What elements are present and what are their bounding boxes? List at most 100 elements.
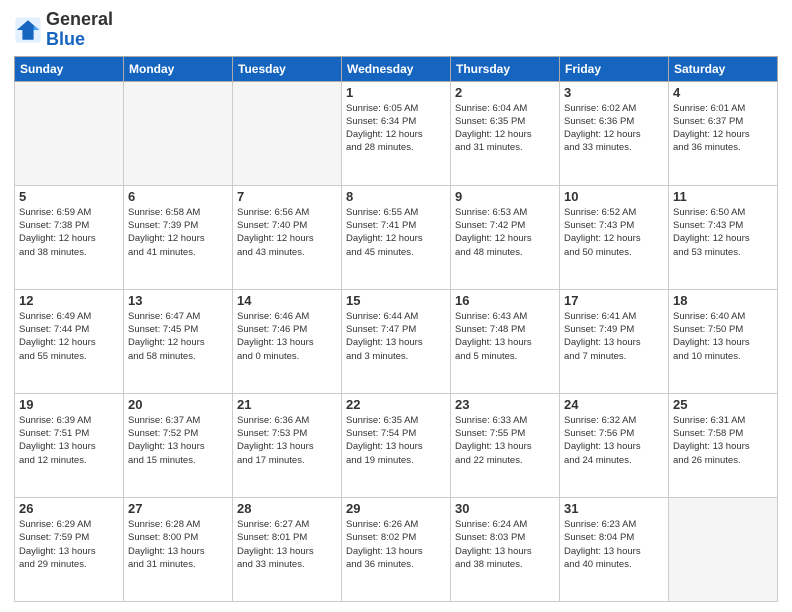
day-info: Sunrise: 6:35 AM Sunset: 7:54 PM Dayligh… xyxy=(346,414,446,467)
day-info: Sunrise: 6:50 AM Sunset: 7:43 PM Dayligh… xyxy=(673,206,773,259)
day-cell: 27 Sunrise: 6:28 AM Sunset: 8:00 PM Dayli… xyxy=(124,497,233,601)
day-number: 4 xyxy=(673,85,773,100)
day-cell: 6Sunrise: 6:58 AM Sunset: 7:39 PM Daylig… xyxy=(124,185,233,289)
day-cell xyxy=(15,81,124,185)
day-cell: 29Sunrise: 6:26 AM Sunset: 8:02 PM Dayli… xyxy=(342,497,451,601)
day-cell: 16 Sunrise: 6:43 AM Sunset: 7:48 PM Dayli… xyxy=(451,289,560,393)
day-info: Sunrise: 6:31 AM Sunset: 7:58 PM Dayligh… xyxy=(673,414,773,467)
day-number: 11 xyxy=(673,189,773,204)
header-cell-wednesday: Wednesday xyxy=(342,56,451,81)
day-info: Sunrise: 6:29 AM Sunset: 7:59 PM Dayligh… xyxy=(19,518,119,571)
day-number: 14 xyxy=(237,293,337,308)
day-number: 2 xyxy=(455,85,555,100)
day-cell: 24Sunrise: 6:32 AM Sunset: 7:56 PM Dayli… xyxy=(560,393,669,497)
day-number: 10 xyxy=(564,189,664,204)
day-info: Sunrise: 6:49 AM Sunset: 7:44 PM Dayligh… xyxy=(19,310,119,363)
day-info: Sunrise: 6:23 AM Sunset: 8:04 PM Dayligh… xyxy=(564,518,664,571)
day-number: 29 xyxy=(346,501,446,516)
day-cell: 22 Sunrise: 6:35 AM Sunset: 7:54 PM Dayli… xyxy=(342,393,451,497)
day-cell: 2Sunrise: 6:04 AM Sunset: 6:35 PM Daylig… xyxy=(451,81,560,185)
day-info: Sunrise: 6:02 AM Sunset: 6:36 PM Dayligh… xyxy=(564,102,664,155)
day-cell xyxy=(669,497,778,601)
day-number: 15 xyxy=(346,293,446,308)
day-info: Sunrise: 6:28 AM Sunset: 8:00 PM Dayligh… xyxy=(128,518,228,571)
day-number: 19 xyxy=(19,397,119,412)
header-cell-thursday: Thursday xyxy=(451,56,560,81)
day-number: 28 xyxy=(237,501,337,516)
day-number: 24 xyxy=(564,397,664,412)
calendar-body: 1 Sunrise: 6:05 AM Sunset: 6:34 PM Daylig… xyxy=(15,81,778,601)
day-cell: 19 Sunrise: 6:39 AM Sunset: 7:51 PM Dayli… xyxy=(15,393,124,497)
day-number: 30 xyxy=(455,501,555,516)
day-info: Sunrise: 6:27 AM Sunset: 8:01 PM Dayligh… xyxy=(237,518,337,571)
day-number: 22 xyxy=(346,397,446,412)
day-info: Sunrise: 6:59 AM Sunset: 7:38 PM Dayligh… xyxy=(19,206,119,259)
day-cell: 9 Sunrise: 6:53 AM Sunset: 7:42 PM Daylig… xyxy=(451,185,560,289)
day-number: 17 xyxy=(564,293,664,308)
day-cell: 3 Sunrise: 6:02 AM Sunset: 6:36 PM Daylig… xyxy=(560,81,669,185)
header: General Blue xyxy=(14,10,778,50)
header-cell-tuesday: Tuesday xyxy=(233,56,342,81)
day-cell: 10Sunrise: 6:52 AM Sunset: 7:43 PM Dayli… xyxy=(560,185,669,289)
day-info: Sunrise: 6:46 AM Sunset: 7:46 PM Dayligh… xyxy=(237,310,337,363)
calendar-table: SundayMondayTuesdayWednesdayThursdayFrid… xyxy=(14,56,778,602)
day-cell: 13 Sunrise: 6:47 AM Sunset: 7:45 PM Dayli… xyxy=(124,289,233,393)
day-number: 3 xyxy=(564,85,664,100)
day-cell: 26Sunrise: 6:29 AM Sunset: 7:59 PM Dayli… xyxy=(15,497,124,601)
day-info: Sunrise: 6:37 AM Sunset: 7:52 PM Dayligh… xyxy=(128,414,228,467)
day-number: 7 xyxy=(237,189,337,204)
logo-icon xyxy=(14,16,42,44)
day-cell: 31Sunrise: 6:23 AM Sunset: 8:04 PM Dayli… xyxy=(560,497,669,601)
header-cell-monday: Monday xyxy=(124,56,233,81)
day-cell: 8 Sunrise: 6:55 AM Sunset: 7:41 PM Daylig… xyxy=(342,185,451,289)
week-row-4: 19 Sunrise: 6:39 AM Sunset: 7:51 PM Dayli… xyxy=(15,393,778,497)
day-info: Sunrise: 6:05 AM Sunset: 6:34 PM Dayligh… xyxy=(346,102,446,155)
day-number: 9 xyxy=(455,189,555,204)
header-row: SundayMondayTuesdayWednesdayThursdayFrid… xyxy=(15,56,778,81)
day-cell: 20 Sunrise: 6:37 AM Sunset: 7:52 PM Dayli… xyxy=(124,393,233,497)
day-number: 8 xyxy=(346,189,446,204)
day-info: Sunrise: 6:40 AM Sunset: 7:50 PM Dayligh… xyxy=(673,310,773,363)
logo-line1: General xyxy=(46,10,113,30)
week-row-2: 5 Sunrise: 6:59 AM Sunset: 7:38 PM Daylig… xyxy=(15,185,778,289)
page: General Blue SundayMondayTuesdayWednesda… xyxy=(0,0,792,612)
day-cell: 17 Sunrise: 6:41 AM Sunset: 7:49 PM Dayli… xyxy=(560,289,669,393)
day-number: 27 xyxy=(128,501,228,516)
day-cell: 4 Sunrise: 6:01 AM Sunset: 6:37 PM Daylig… xyxy=(669,81,778,185)
day-cell xyxy=(233,81,342,185)
day-cell: 18 Sunrise: 6:40 AM Sunset: 7:50 PM Dayli… xyxy=(669,289,778,393)
day-cell xyxy=(124,81,233,185)
day-cell: 14 Sunrise: 6:46 AM Sunset: 7:46 PM Dayli… xyxy=(233,289,342,393)
day-cell: 11 Sunrise: 6:50 AM Sunset: 7:43 PM Dayli… xyxy=(669,185,778,289)
week-row-5: 26Sunrise: 6:29 AM Sunset: 7:59 PM Dayli… xyxy=(15,497,778,601)
day-number: 13 xyxy=(128,293,228,308)
day-cell: 23Sunrise: 6:33 AM Sunset: 7:55 PM Dayli… xyxy=(451,393,560,497)
day-number: 20 xyxy=(128,397,228,412)
day-info: Sunrise: 6:55 AM Sunset: 7:41 PM Dayligh… xyxy=(346,206,446,259)
day-number: 16 xyxy=(455,293,555,308)
day-cell: 30 Sunrise: 6:24 AM Sunset: 8:03 PM Dayli… xyxy=(451,497,560,601)
day-info: Sunrise: 6:53 AM Sunset: 7:42 PM Dayligh… xyxy=(455,206,555,259)
day-info: Sunrise: 6:43 AM Sunset: 7:48 PM Dayligh… xyxy=(455,310,555,363)
logo-line2: Blue xyxy=(46,30,113,50)
day-info: Sunrise: 6:47 AM Sunset: 7:45 PM Dayligh… xyxy=(128,310,228,363)
day-number: 25 xyxy=(673,397,773,412)
day-cell: 21Sunrise: 6:36 AM Sunset: 7:53 PM Dayli… xyxy=(233,393,342,497)
day-number: 5 xyxy=(19,189,119,204)
day-info: Sunrise: 6:41 AM Sunset: 7:49 PM Dayligh… xyxy=(564,310,664,363)
calendar-header: SundayMondayTuesdayWednesdayThursdayFrid… xyxy=(15,56,778,81)
day-number: 12 xyxy=(19,293,119,308)
day-cell: 15 Sunrise: 6:44 AM Sunset: 7:47 PM Dayli… xyxy=(342,289,451,393)
week-row-3: 12 Sunrise: 6:49 AM Sunset: 7:44 PM Dayli… xyxy=(15,289,778,393)
day-info: Sunrise: 6:56 AM Sunset: 7:40 PM Dayligh… xyxy=(237,206,337,259)
day-info: Sunrise: 6:39 AM Sunset: 7:51 PM Dayligh… xyxy=(19,414,119,467)
day-cell: 28 Sunrise: 6:27 AM Sunset: 8:01 PM Dayli… xyxy=(233,497,342,601)
day-cell: 5 Sunrise: 6:59 AM Sunset: 7:38 PM Daylig… xyxy=(15,185,124,289)
day-info: Sunrise: 6:44 AM Sunset: 7:47 PM Dayligh… xyxy=(346,310,446,363)
day-info: Sunrise: 6:24 AM Sunset: 8:03 PM Dayligh… xyxy=(455,518,555,571)
day-number: 1 xyxy=(346,85,446,100)
day-cell: 12 Sunrise: 6:49 AM Sunset: 7:44 PM Dayli… xyxy=(15,289,124,393)
day-info: Sunrise: 6:33 AM Sunset: 7:55 PM Dayligh… xyxy=(455,414,555,467)
day-number: 18 xyxy=(673,293,773,308)
day-info: Sunrise: 6:01 AM Sunset: 6:37 PM Dayligh… xyxy=(673,102,773,155)
